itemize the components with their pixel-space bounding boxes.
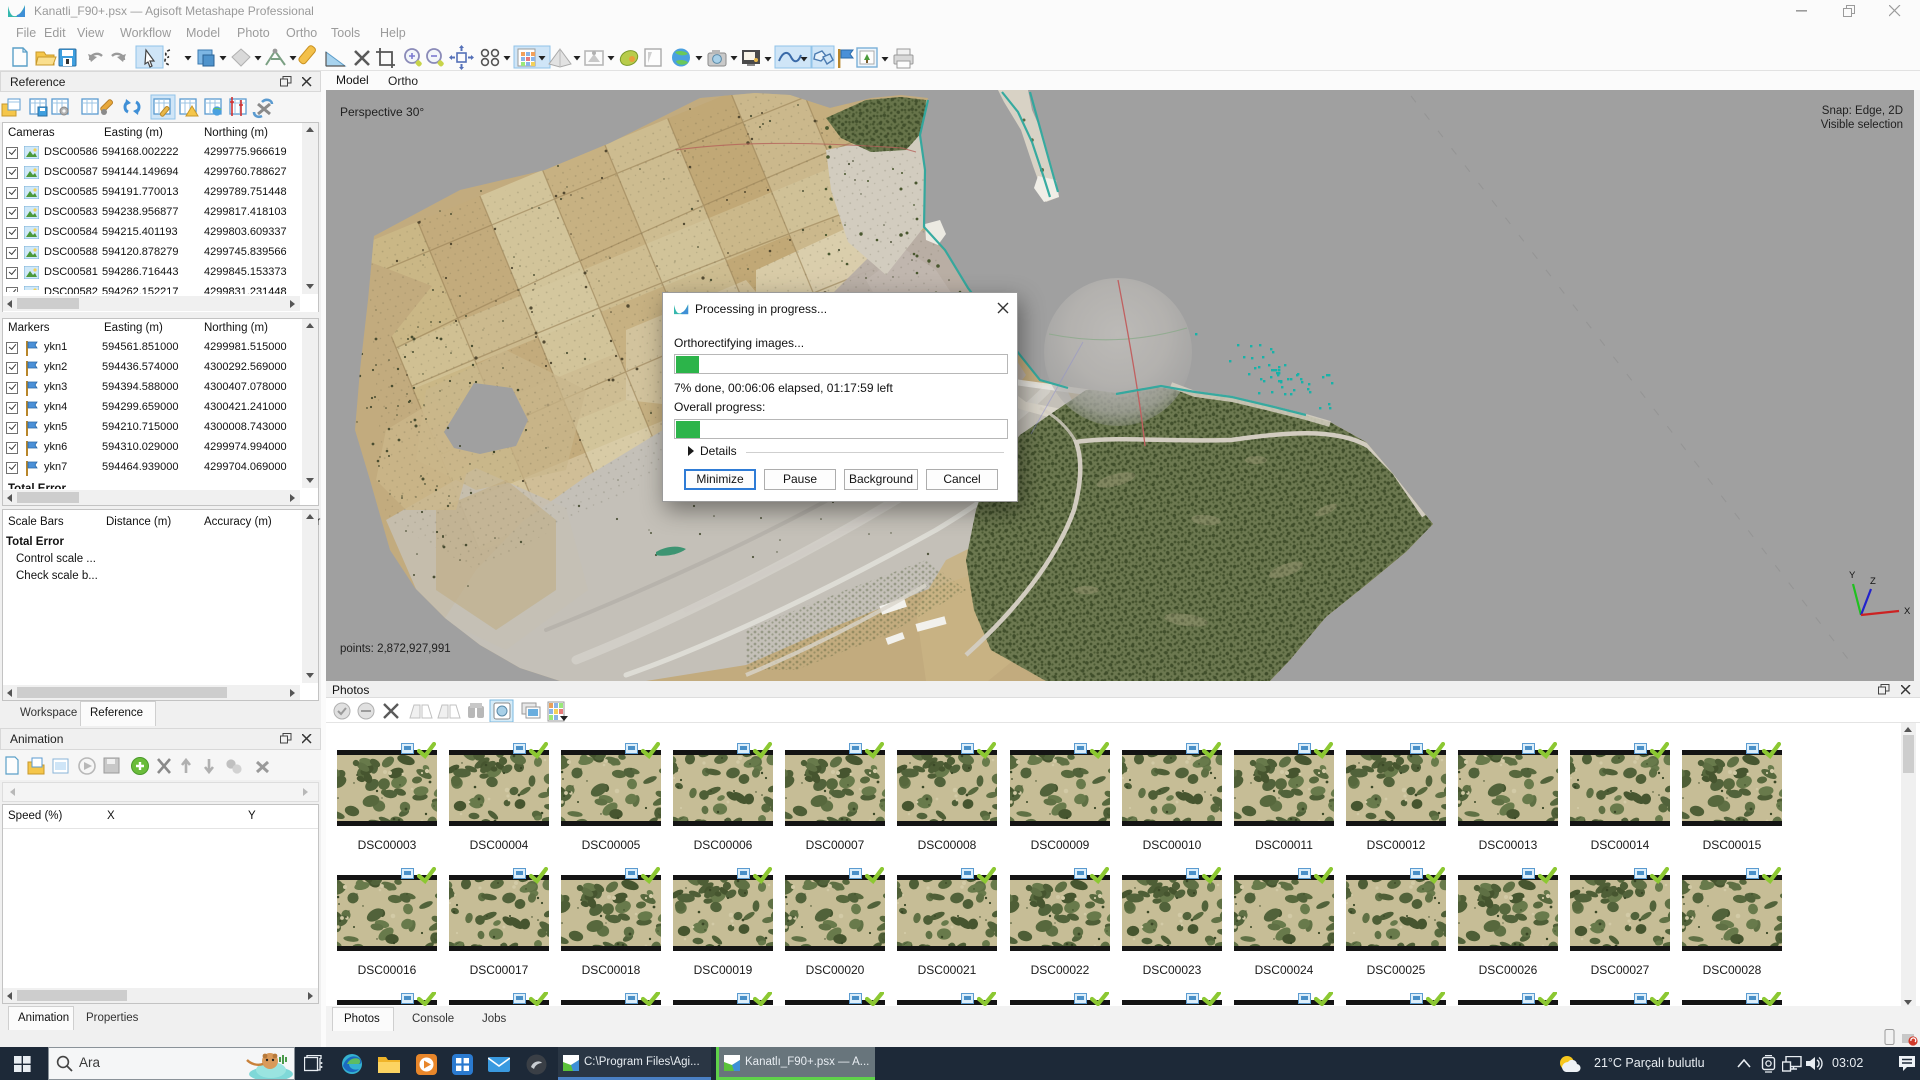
svg-text:Y: Y bbox=[1849, 570, 1856, 581]
svg-text:X: X bbox=[1904, 606, 1911, 617]
svg-text:Z: Z bbox=[1870, 576, 1876, 587]
